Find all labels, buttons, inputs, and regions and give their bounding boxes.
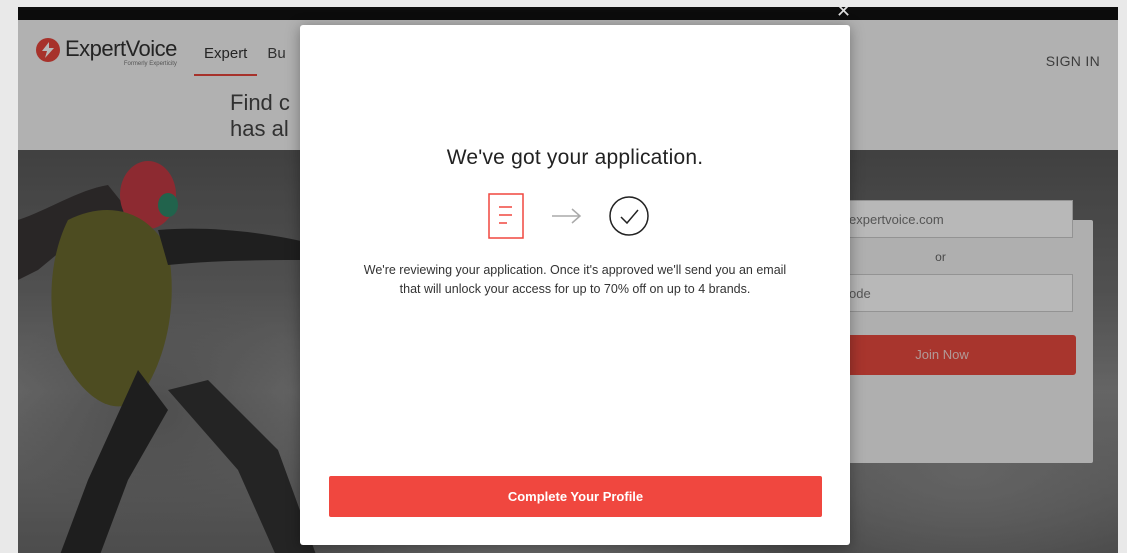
modal-title: We've got your application. [446, 146, 704, 169]
modal-message: We're reviewing your application. Once i… [330, 261, 820, 299]
application-modal: We've got your application. We're review… [300, 25, 850, 545]
arrow-right-icon [552, 208, 582, 224]
complete-profile-button[interactable]: Complete Your Profile [329, 476, 822, 517]
status-icons [488, 193, 650, 239]
modal-message-line-2: that will unlock your access for up to 7… [399, 282, 751, 296]
modal-message-line-1: We're reviewing your application. Once i… [363, 263, 787, 277]
app-viewport: ExpertVoice Formerly Experticity Expert … [18, 7, 1118, 553]
document-icon [488, 193, 524, 239]
close-icon[interactable]: ✕ [836, 7, 851, 22]
check-circle-icon [609, 196, 649, 236]
